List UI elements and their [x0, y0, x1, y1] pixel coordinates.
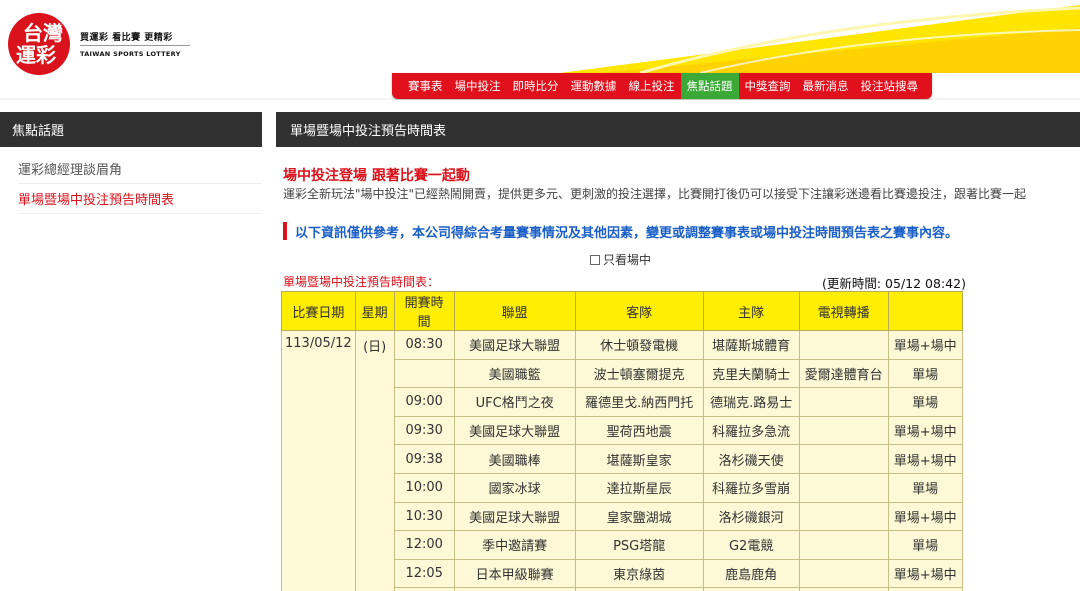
cell-bet-type: 單場+場中 — [887, 415, 963, 446]
sidebar-item-schedule[interactable]: 單場暨場中投注預告時間表 — [18, 184, 262, 214]
live-only-label: 只看場中 — [603, 253, 652, 267]
notice-text: 以下資訊僅供參考，本公司得綜合考量賽事情況及其他因素，變更或調整賽事表或場中投注… — [283, 222, 958, 241]
cell-tv — [798, 444, 889, 474]
cell-tv — [798, 472, 889, 503]
cell-home: 堪薩斯城體育 — [702, 330, 800, 360]
cell-away: 羅德里戈.納西門托 — [574, 387, 704, 417]
cell-league: 美國職籃 — [453, 358, 576, 389]
cell-league: 美國足球大聯盟 — [453, 501, 576, 532]
nav-item-live-betting[interactable]: 場中投注 — [449, 73, 507, 99]
schedule-body: 113/05/12 (日) 08:30 美國足球大聯盟 休士頓發電機 堪薩斯城體育 單場+場… — [281, 330, 963, 591]
table-row: 113/05/12 (日) 08:30 美國足球大聯盟 休士頓發電機 堪薩斯城體育 單場+場… — [281, 330, 963, 591]
col-weekday: 星期 — [354, 291, 395, 331]
headline: 場中投注登場 跟著比賽一起動 — [283, 168, 470, 184]
cell-away: 達拉斯星辰 — [574, 472, 704, 503]
cell-home: 科羅拉多急流 — [702, 415, 800, 446]
col-bet-type — [887, 291, 963, 331]
cell-tv — [798, 387, 889, 417]
cell-tv — [798, 501, 889, 532]
cell-home: 科羅拉多雪崩 — [702, 472, 800, 503]
cell-home: 鹿島鹿角 — [702, 558, 800, 589]
col-start-time: 開賽時間 — [393, 291, 455, 331]
live-only-filter[interactable]: 只看場中 — [590, 251, 651, 268]
cell-tv — [798, 330, 889, 360]
cell-bet-type: 單場 — [887, 472, 963, 503]
cell-home: 洛杉磯天使 — [702, 444, 800, 474]
cell-time: 08:30 — [393, 330, 455, 360]
cell-away: 休士頓發電機 — [574, 330, 704, 360]
cell-date: 113/05/12 — [281, 330, 356, 591]
cell-bet-type: 單場 — [887, 530, 963, 560]
cell-time: 09:38 — [393, 444, 455, 474]
cell-time: 10:00 — [393, 472, 455, 503]
cell-away: 東京綠茵 — [574, 558, 704, 589]
cell-home: 洛杉磯銀河 — [702, 501, 800, 532]
cell-tv — [798, 415, 889, 446]
intro-text: 運彩全新玩法"場中投注"已經熱鬧開賣，提供更多元、更刺激的投注選擇，比賽開打後仍… — [283, 187, 1027, 201]
cell-away: 堪薩斯皇家 — [574, 444, 704, 474]
brand-slogan: 買運彩 看比賽 更精彩 — [80, 33, 173, 43]
cell-away: 聖荷西地震 — [574, 415, 704, 446]
site-header: 台灣 運彩 買運彩 看比賽 更精彩 TAIWAN SPORTS LOTTERY … — [0, 0, 1080, 100]
nav-item-focus-topics[interactable]: 焦點話題 — [680, 73, 739, 99]
nav-item-online-betting[interactable]: 線上投注 — [623, 73, 681, 99]
cell-league: 日本甲級聯賽 — [453, 558, 576, 589]
cell-time: 09:30 — [393, 415, 455, 446]
brand-english: TAIWAN SPORTS LOTTERY — [80, 50, 181, 58]
col-home: 主隊 — [702, 291, 800, 331]
cell-away: 皇家鹽湖城 — [574, 501, 704, 532]
cell-bet-type: 單場+場中 — [887, 330, 963, 360]
cell-weekday: (日) — [354, 330, 395, 591]
cell-time — [393, 358, 455, 389]
cell-league: 美國職棒 — [453, 444, 576, 474]
cell-bet-type: 單場 — [887, 387, 963, 417]
cell-league: UFC格鬥之夜 — [453, 387, 576, 417]
col-date: 比賽日期 — [281, 291, 356, 331]
site-logo[interactable]: 台灣 運彩 — [8, 13, 70, 75]
schedule-table: 比賽日期 星期 開賽時間 聯盟 客隊 主隊 電視轉播 113/05/12 (日) 0… — [281, 291, 963, 591]
col-tv: 電視轉播 — [798, 291, 889, 331]
nav-item-live-scores[interactable]: 即時比分 — [507, 73, 565, 99]
nav-item-news[interactable]: 最新消息 — [797, 73, 855, 99]
cell-bet-type: 單場+場中 — [887, 444, 963, 474]
nav-item-sports-data[interactable]: 運動數據 — [565, 73, 623, 99]
sidebar-item-gm-talk[interactable]: 運彩總經理談眉角 — [18, 154, 262, 184]
cell-bet-type: 單場+場中 — [887, 501, 963, 532]
cell-league: 季中邀請賽 — [453, 530, 576, 560]
cell-away: 波士頓塞爾提克 — [574, 358, 704, 389]
updated-time: (更新時間: 05/12 08:42) — [822, 276, 966, 291]
sidebar-title: 焦點話題 — [0, 112, 262, 147]
cell-bet-type: 單場+場中 — [887, 558, 963, 589]
nav-item-schedule[interactable]: 賽事表 — [402, 73, 449, 99]
logo-line2: 運彩 — [16, 43, 56, 67]
sidebar-list: 運彩總經理談眉角 單場暨場中投注預告時間表 — [18, 154, 262, 214]
main-nav: 賽事表 場中投注 即時比分 運動數據 線上投注 焦點話題 中獎查詢 最新消息 投… — [392, 73, 932, 99]
nav-item-store-search[interactable]: 投注站搜尋 — [855, 73, 925, 99]
cell-bet-type: 單場 — [887, 358, 963, 389]
cell-time: 12:05 — [393, 558, 455, 589]
cell-time: 12:00 — [393, 530, 455, 560]
col-away: 客隊 — [574, 291, 704, 331]
logo-line1: 台灣 — [23, 21, 63, 45]
cell-league: 國家冰球 — [453, 472, 576, 503]
nav-item-prize-check[interactable]: 中獎查詢 — [739, 73, 797, 99]
cell-league: 美國足球大聯盟 — [453, 330, 576, 360]
cell-home: 德瑞克.路易士 — [702, 387, 800, 417]
cell-time: 09:00 — [393, 387, 455, 417]
page-title: 單場暨場中投注預告時間表 — [276, 112, 1080, 147]
cell-league: 美國足球大聯盟 — [453, 415, 576, 446]
live-only-checkbox[interactable] — [590, 254, 600, 265]
col-league: 聯盟 — [453, 291, 576, 331]
brand-text: 買運彩 看比賽 更精彩 TAIWAN SPORTS LOTTERY — [80, 30, 190, 58]
cell-tv: 愛爾達體育台 — [798, 358, 889, 389]
table-header-row: 比賽日期 星期 開賽時間 聯盟 客隊 主隊 電視轉播 — [281, 291, 963, 331]
cell-home: G2電競 — [702, 530, 800, 560]
cell-tv — [798, 558, 889, 589]
cell-tv — [798, 530, 889, 560]
table-caption: 單場暨場中投注預告時間表： — [283, 275, 440, 289]
cell-away: PSG塔龍 — [574, 530, 704, 560]
brand-divider — [80, 45, 190, 46]
cell-home: 克里夫蘭騎士 — [702, 358, 800, 389]
cell-time: 10:30 — [393, 501, 455, 532]
